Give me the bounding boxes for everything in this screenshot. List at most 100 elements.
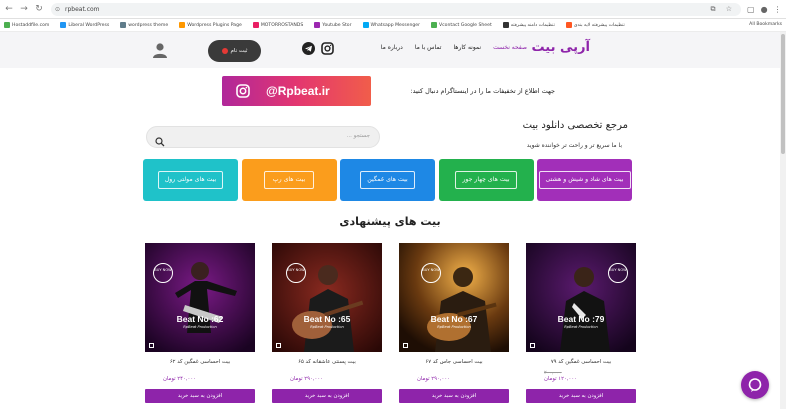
bookmark-label: MOTORROSTANDS bbox=[260, 22, 304, 28]
product-card[interactable]: BUY NOW Beat No :62 RpBeat Production بی… bbox=[145, 243, 255, 409]
product-card[interactable]: BUY NOW Beat No :79 RpBeat Production بی… bbox=[526, 243, 636, 409]
product-name[interactable]: بیت احساسی غمگین کد ۷۹ bbox=[526, 359, 636, 365]
chat-icon bbox=[748, 378, 762, 392]
product-grid: BUY NOW Beat No :62 RpBeat Production بی… bbox=[145, 243, 636, 409]
bookmark-label: Liberal WordPress bbox=[68, 22, 110, 28]
page: آرپی بیت صفحه نخست نمونه کارها تماس با م… bbox=[0, 32, 780, 409]
product-name[interactable]: بیت پسنتی عاشقانه کد ۶۵ bbox=[272, 359, 382, 365]
beat-number: Beat No :65 bbox=[303, 314, 351, 324]
profile-icon[interactable]: ● bbox=[761, 5, 768, 14]
all-bookmarks-button[interactable]: All Bookmarks bbox=[749, 22, 782, 27]
telegram-icon[interactable] bbox=[302, 42, 315, 55]
menu-item-home[interactable]: صفحه نخست bbox=[493, 44, 527, 51]
chat-widget-button[interactable] bbox=[741, 371, 769, 399]
user-icon[interactable] bbox=[152, 42, 168, 58]
category-row: بیت های شاد و شیش و هشتی بیت های چهار جور… bbox=[143, 159, 632, 203]
add-to-cart-button[interactable]: افزودن به سبد خرید bbox=[272, 389, 382, 403]
product-image[interactable]: BUY NOW Beat No :67 RpBeat Production bbox=[399, 243, 509, 352]
login-label: ثبت نام bbox=[230, 48, 248, 54]
bookmark-label: Whatsapp Messenger bbox=[370, 22, 421, 28]
buy-now-badge: BUY NOW bbox=[608, 263, 628, 283]
category-button[interactable]: بیت های رپ bbox=[241, 159, 337, 201]
instagram-icon bbox=[236, 84, 250, 98]
bookmark-favicon-icon bbox=[314, 22, 321, 28]
bookmark-item[interactable]: wordpress theme bbox=[120, 22, 168, 28]
hero-subtitle: با ما سریع تر و راحت تر خواننده شوید bbox=[526, 142, 622, 149]
address-bar[interactable]: ⊙ rpbeat.com ⧉ ☆ bbox=[51, 2, 741, 16]
add-to-cart-button[interactable]: افزودن به سبد خرید bbox=[399, 389, 509, 403]
bookmark-item[interactable]: Wordpress Plugins Page bbox=[179, 22, 242, 28]
forward-icon[interactable]: → bbox=[18, 4, 30, 14]
product-card[interactable]: BUY NOW Beat No :65 RpBeat Production بی… bbox=[272, 243, 382, 409]
product-price: ۲۹۰,۰۰۰ تومان bbox=[290, 376, 324, 382]
expand-icon bbox=[276, 343, 281, 348]
category-label: بیت های غمگین bbox=[360, 170, 415, 190]
browser-toolbar: ← → ↻ ⊙ rpbeat.com ⧉ ☆ ▢ ● ⋮ bbox=[0, 0, 786, 19]
bookmark-favicon-icon bbox=[120, 22, 127, 28]
bookmark-favicon-icon bbox=[502, 22, 509, 28]
product-image[interactable]: BUY NOW Beat No :79 RpBeat Production bbox=[526, 243, 636, 352]
product-image[interactable]: BUY NOW Beat No :62 RpBeat Production bbox=[145, 243, 255, 352]
buy-now-badge: BUY NOW bbox=[286, 263, 306, 283]
instagram-banner[interactable]: @Rpbeat.ir bbox=[222, 76, 371, 106]
bookmark-item[interactable]: تنظیمات پیشرفته لایه بندی bbox=[565, 22, 625, 28]
menu-item-portfolio[interactable]: نمونه کارها bbox=[453, 44, 481, 51]
buy-now-badge: BUY NOW bbox=[153, 263, 173, 283]
site-header: آرپی بیت صفحه نخست نمونه کارها تماس با م… bbox=[0, 32, 780, 68]
bookmark-item[interactable]: Youtube Stor bbox=[314, 22, 352, 28]
hero-title: مرجع تخصصی دانلود بیت bbox=[522, 120, 628, 131]
bookmark-star-icon[interactable]: ⧉ ☆ bbox=[711, 3, 737, 16]
menu-icon[interactable]: ⋮ bbox=[774, 5, 782, 14]
category-label: بیت های رپ bbox=[264, 170, 314, 190]
product-name[interactable]: بیت احساسی غمگین کد ۶۲ bbox=[145, 359, 255, 365]
product-image[interactable]: BUY NOW Beat No :65 RpBeat Production bbox=[272, 243, 382, 352]
product-name[interactable]: بیت احساسی جاس کد ۶۷ bbox=[399, 359, 509, 365]
url-text: rpbeat.com bbox=[65, 5, 100, 13]
menu-item-contact[interactable]: تماس با ما bbox=[415, 44, 442, 51]
add-to-cart-button[interactable]: افزودن به سبد خرید bbox=[145, 389, 255, 403]
bookmark-item[interactable]: Hostaddfile.com bbox=[4, 22, 49, 28]
bookmark-label: Hostaddfile.com bbox=[12, 22, 50, 28]
bookmark-item[interactable]: Whatsapp Messenger bbox=[362, 22, 421, 28]
bookmark-label: Youtube Stor bbox=[322, 22, 352, 28]
product-card[interactable]: BUY NOW Beat No :67 RpBeat Production بی… bbox=[399, 243, 509, 409]
category-button[interactable]: بیت های شاد و شیش و هشتی bbox=[537, 159, 632, 201]
section-title: بیت های پیشنهادی bbox=[339, 215, 441, 228]
search-box[interactable]: جستجو ... bbox=[146, 126, 380, 148]
menu-item-about[interactable]: درباره ما bbox=[381, 44, 403, 51]
search-icon[interactable] bbox=[155, 132, 165, 151]
category-button[interactable]: بیت های چهار جور bbox=[438, 159, 534, 201]
bookmark-label: wordpress theme bbox=[128, 22, 169, 28]
scrollbar-thumb[interactable] bbox=[781, 34, 785, 154]
bookmark-label: تنظیمات دامنه پیشرفته bbox=[510, 22, 555, 28]
instagram-icon[interactable] bbox=[321, 42, 334, 55]
bookmark-favicon-icon bbox=[4, 22, 10, 28]
bookmark-item[interactable]: تنظیمات دامنه پیشرفته bbox=[502, 22, 555, 28]
bookmark-favicon-icon bbox=[565, 22, 572, 28]
bookmark-item[interactable]: Vcontact Google Sheet bbox=[431, 22, 492, 28]
beat-number: Beat No :79 bbox=[557, 314, 605, 324]
add-to-cart-button[interactable]: افزودن به سبد خرید bbox=[526, 389, 636, 403]
expand-icon bbox=[403, 343, 408, 348]
expand-icon bbox=[149, 343, 154, 348]
category-button[interactable]: بیت های مولتی رول bbox=[143, 159, 238, 201]
extensions-icon[interactable]: ▢ bbox=[747, 5, 755, 14]
product-price: ۲۹۰,۰۰۰ تومان bbox=[417, 376, 451, 382]
login-button[interactable]: ثبت نام bbox=[208, 40, 261, 62]
site-logo[interactable]: آرپی بیت bbox=[532, 40, 590, 55]
back-icon[interactable]: ← bbox=[3, 4, 15, 14]
beat-producer: RpBeat Production bbox=[183, 325, 217, 329]
main-menu: صفحه نخست نمونه کارها تماس با ما درباره … bbox=[381, 44, 527, 51]
bookmark-favicon-icon bbox=[60, 22, 67, 28]
category-button[interactable]: بیت های غمگین bbox=[340, 159, 435, 201]
beat-producer: RpBeat Production bbox=[310, 325, 344, 329]
product-price: ۱۲۰,۰۰۰ تومان bbox=[544, 376, 578, 382]
beat-number: Beat No :67 bbox=[430, 314, 478, 324]
bookmark-item[interactable]: Liberal WordPress bbox=[60, 22, 109, 28]
buy-now-badge: BUY NOW bbox=[421, 263, 441, 283]
bookmark-item[interactable]: MOTORROSTANDS bbox=[252, 22, 304, 28]
bookmark-favicon-icon bbox=[362, 22, 369, 28]
bookmarks-bar: Hostaddfile.com Liberal WordPress wordpres… bbox=[0, 19, 786, 32]
reload-icon[interactable]: ↻ bbox=[33, 4, 45, 14]
product-price: ۲۴۰,۰۰۰ تومان bbox=[163, 376, 197, 382]
